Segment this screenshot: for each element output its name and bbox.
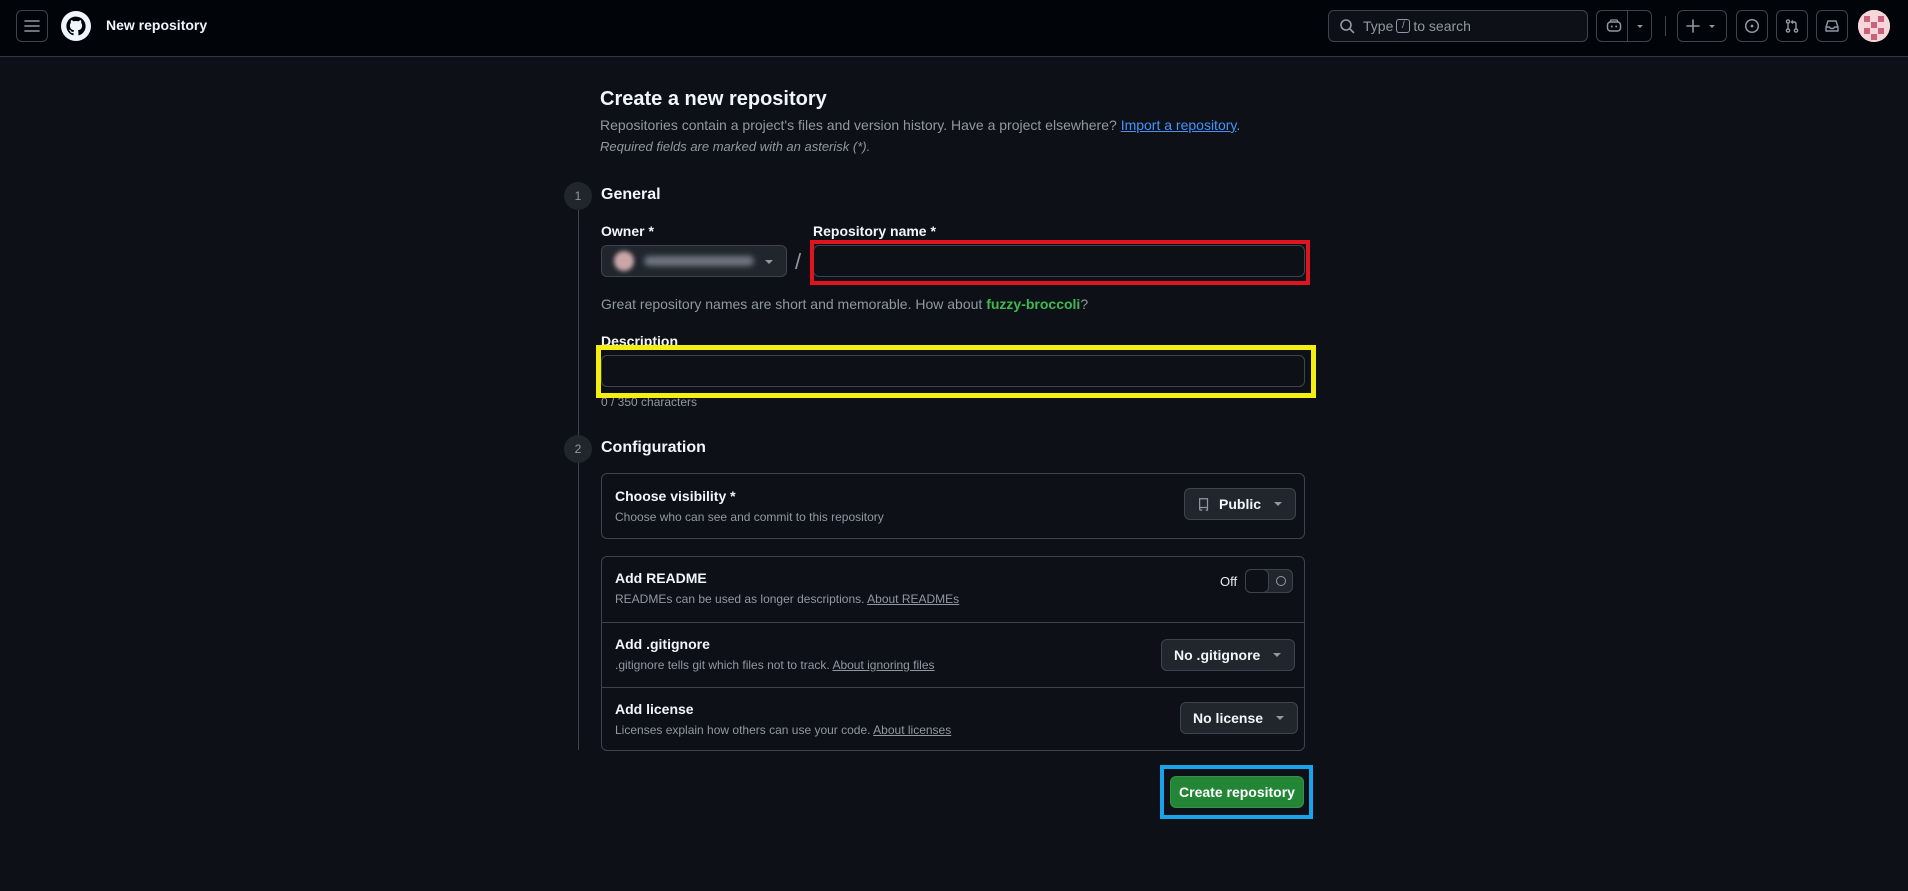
about-licenses-link[interactable]: About licenses <box>873 723 951 737</box>
subtitle-end: . <box>1236 117 1241 133</box>
issue-icon <box>1744 18 1760 34</box>
gitignore-title: Add .gitignore <box>615 636 710 652</box>
hint-suffix: ? <box>1080 296 1089 312</box>
license-title: Add license <box>615 701 694 717</box>
search-suffix: to search <box>1413 18 1471 34</box>
toggle-off-icon <box>1276 576 1286 586</box>
pull-requests-button[interactable] <box>1776 10 1808 42</box>
gitignore-value: No .gitignore <box>1174 647 1261 663</box>
about-readmes-link[interactable]: About READMEs <box>867 592 959 606</box>
owner-select[interactable] <box>601 245 787 277</box>
page-subtitle: Repositories contain a project's files a… <box>600 117 1240 133</box>
chevron-down-icon <box>1274 502 1283 506</box>
search-shortcut-key: / <box>1396 19 1411 33</box>
readme-description: READMEs can be used as longer descriptio… <box>615 592 959 606</box>
step-number-configuration: 2 <box>564 435 592 463</box>
copilot-separator <box>1627 11 1628 41</box>
license-row: Add license Licenses explain how others … <box>602 687 1304 752</box>
search-prefix: Type <box>1363 18 1394 34</box>
license-dropdown[interactable]: No license <box>1180 702 1299 734</box>
pull-request-icon <box>1785 19 1799 33</box>
chevron-down-icon <box>1276 716 1285 720</box>
inbox-icon <box>1825 20 1839 32</box>
step-number-general: 1 <box>564 182 592 210</box>
license-description: Licenses explain how others can use your… <box>615 723 951 737</box>
highlight-box-red <box>810 240 1310 285</box>
owner-avatar <box>614 251 634 271</box>
page-title: Create a new repository <box>600 88 827 110</box>
owner-label: Owner * <box>601 223 654 239</box>
readme-title: Add README <box>615 570 707 586</box>
create-new-button[interactable] <box>1677 10 1727 42</box>
chevron-down-icon <box>1637 25 1643 28</box>
subtitle-text: Repositories contain a project's files a… <box>600 117 1117 133</box>
license-desc-text: Licenses explain how others can use your… <box>615 723 871 737</box>
name-suggestion-link[interactable]: fuzzy-broccoli <box>986 296 1080 312</box>
owner-repo-separator: / <box>795 249 802 274</box>
github-logo-icon[interactable] <box>60 10 92 42</box>
configuration-section-title: Configuration <box>601 439 706 456</box>
options-card: Add README READMEs can be used as longer… <box>601 556 1305 751</box>
owner-name-redacted <box>644 256 754 266</box>
inbox-button[interactable] <box>1816 10 1848 42</box>
avatar-identicon-icon <box>1858 10 1890 42</box>
visibility-dropdown[interactable]: Public <box>1184 488 1297 520</box>
highlight-box-yellow <box>596 345 1316 398</box>
chevron-down-icon <box>1709 25 1715 28</box>
user-avatar[interactable] <box>1858 10 1890 42</box>
plus-icon <box>1686 19 1700 33</box>
readme-toggle-label: Off <box>1220 574 1238 589</box>
copilot-button[interactable] <box>1596 10 1652 42</box>
hamburger-icon <box>24 20 40 32</box>
page-context-title[interactable]: New repository <box>106 17 207 33</box>
gitignore-row: Add .gitignore .gitignore tells git whic… <box>602 622 1304 687</box>
visibility-value: Public <box>1219 496 1262 512</box>
license-value: No license <box>1193 710 1264 726</box>
copilot-icon <box>1606 19 1622 32</box>
repository-name-hint: Great repository names are short and mem… <box>601 296 1088 312</box>
visibility-card: Choose visibility * Choose who can see a… <box>601 473 1305 539</box>
chevron-down-icon <box>1273 653 1282 657</box>
visibility-title: Choose visibility * <box>615 488 736 504</box>
menu-button[interactable] <box>16 10 48 42</box>
chevron-down-icon <box>765 260 773 264</box>
general-section-title: General <box>601 186 661 203</box>
search-icon <box>1340 19 1355 34</box>
header-divider <box>1665 16 1666 36</box>
readme-toggle[interactable] <box>1245 569 1293 593</box>
repo-icon <box>1199 498 1209 511</box>
steps-connector-line <box>578 210 579 750</box>
hint-text: Great repository names are short and mem… <box>601 296 983 312</box>
gitignore-dropdown[interactable]: No .gitignore <box>1161 639 1296 671</box>
issues-button[interactable] <box>1736 10 1768 42</box>
top-header: New repository Type / to search <box>0 0 1908 57</box>
toggle-knob <box>1245 569 1269 593</box>
readme-row: Add README READMEs can be used as longer… <box>602 557 1304 622</box>
gitignore-description: .gitignore tells git which files not to … <box>615 658 935 672</box>
visibility-description: Choose who can see and commit to this re… <box>615 510 884 524</box>
required-fields-note: Required fields are marked with an aster… <box>600 139 871 154</box>
highlight-box-blue <box>1160 765 1313 819</box>
about-ignoring-files-link[interactable]: About ignoring files <box>832 658 934 672</box>
search-input[interactable]: Type / to search <box>1328 10 1588 42</box>
gitignore-desc-text: .gitignore tells git which files not to … <box>615 658 830 672</box>
import-repository-link[interactable]: Import a repository <box>1121 117 1237 133</box>
repository-name-label: Repository name * <box>813 223 936 239</box>
readme-desc-text: READMEs can be used as longer descriptio… <box>615 592 865 606</box>
